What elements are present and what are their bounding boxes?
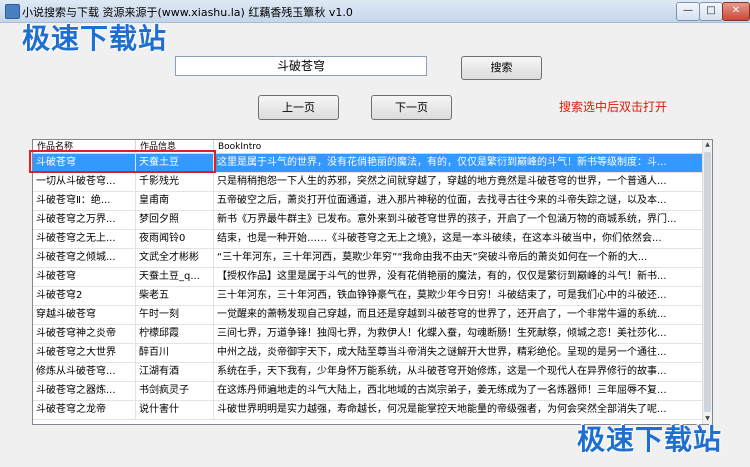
table-row[interactable]: 斗破苍穹2 柴老五 三十年河东，三十年河西，铁血铮铮豪气在，莫欺少年今日穷！斗破结束… bbox=[33, 287, 703, 306]
hint-text: 搜索选中后双击打开 bbox=[559, 100, 668, 114]
cell-title[interactable]: 斗破苍穹2 bbox=[33, 287, 136, 306]
cell-intro[interactable]: 【授权作品】这里是属于斗气的世界，没有花俏艳丽的魔法，有的，仅仅是繁衍到巅峰的斗… bbox=[214, 268, 703, 287]
column-header-intro[interactable]: BookIntro bbox=[214, 140, 703, 154]
cell-intro[interactable]: “三十年河东，三十年河西，莫欺少年穷”“我命由我不由天”突破斗帝后的萧炎如何在一… bbox=[214, 249, 703, 268]
cell-author[interactable]: 天蚕土豆_q... bbox=[136, 268, 214, 287]
selection-highlight-box bbox=[29, 150, 216, 173]
cell-intro[interactable]: 这里是属于斗气的世界，没有花俏艳丽的魔法，有的，仅仅是繁衍到巅峰的斗气！新书等级… bbox=[214, 154, 703, 173]
table-row[interactable]: 一切从斗破苍穹... 千影残光 只是稍稍抱怨一下人生的苏邪，突然之间就穿越了，穿越的… bbox=[33, 173, 703, 192]
scroll-up-icon[interactable]: ▲ bbox=[703, 140, 712, 150]
cell-intro[interactable]: 中州之战，炎帝御宇天下，成大陆至尊当斗帝消失之谜解开大世界，精彩绝伦。呈现的是另… bbox=[214, 344, 703, 363]
cell-intro[interactable]: 新书《万界最牛群主》已发布。意外来到斗破苍穹世界的孩子，开启了一个包涵万物的商城… bbox=[214, 211, 703, 230]
cell-author[interactable]: 夜雨闻铃0 bbox=[136, 230, 214, 249]
search-button[interactable]: 搜索 bbox=[461, 56, 542, 80]
cell-title[interactable]: 斗破苍穹之无上... bbox=[33, 230, 136, 249]
results-table[interactable]: 作品名称 作品信息 BookIntro 斗破苍穹 天蚕土豆 这里是属于斗气的世界，没… bbox=[32, 139, 713, 425]
vertical-scrollbar[interactable]: ▲ ▼ bbox=[702, 140, 712, 424]
table-row[interactable]: 斗破苍穹之无上... 夜雨闻铃0 结束，也是一种开始……《斗破苍穹之无上之境》，这是… bbox=[33, 230, 703, 249]
cell-title[interactable]: 斗破苍穹之器炼... bbox=[33, 382, 136, 401]
next-page-button[interactable]: 下一页 bbox=[371, 95, 452, 120]
cell-author[interactable]: 千影残光 bbox=[136, 173, 214, 192]
cell-author[interactable]: 午时一刻 bbox=[136, 306, 214, 325]
table-row[interactable]: 斗破苍穹之器炼... 书剑疯灵子 在这炼丹师遍地走的斗气大陆上，西北地域的古岚宗弟子… bbox=[33, 382, 703, 401]
table-row[interactable]: 斗破苍穹之倾城... 文武全才彬彬 “三十年河东，三十年河西，莫欺少年穷”“我命由我… bbox=[33, 249, 703, 268]
table-row[interactable]: 修炼从斗破苍穹... 江湖有酒 系统在手，天下我有，少年身怀万能系统，从斗破苍穹开始… bbox=[33, 363, 703, 382]
maximize-button[interactable]: □ bbox=[699, 2, 723, 21]
search-input[interactable] bbox=[175, 56, 427, 76]
cell-intro[interactable]: 系统在手，天下我有，少年身怀万能系统，从斗破苍穹开始修炼，这是一个现代人在异界修… bbox=[214, 363, 703, 382]
table-row[interactable]: 斗破苍穹Ⅱ：绝... 皇甫南 五帝破空之后，萧炎打开位面通道，进入那片神秘的位面，去… bbox=[33, 192, 703, 211]
cell-title[interactable]: 一切从斗破苍穹... bbox=[33, 173, 136, 192]
table-row[interactable]: 斗破苍穹之万界... 梦回夕照 新书《万界最牛群主》已发布。意外来到斗破苍穹世界的孩… bbox=[33, 211, 703, 230]
cell-intro[interactable]: 只是稍稍抱怨一下人生的苏邪，突然之间就穿越了，穿越的地方竟然是斗破苍穹的世界，一… bbox=[214, 173, 703, 192]
cell-intro[interactable]: 结束，也是一种开始……《斗破苍穹之无上之境》，这是一本斗破续，在这本斗破当中，你… bbox=[214, 230, 703, 249]
cell-title[interactable]: 斗破苍穹之大世界 bbox=[33, 344, 136, 363]
close-button[interactable]: ✕ bbox=[722, 2, 750, 21]
cell-title[interactable]: 穿越斗破苍穹 bbox=[33, 306, 136, 325]
cell-author[interactable]: 梦回夕照 bbox=[136, 211, 214, 230]
cell-title[interactable]: 斗破苍穹之万界... bbox=[33, 211, 136, 230]
cell-intro[interactable]: 五帝破空之后，萧炎打开位面通道，进入那片神秘的位面，去找寻古往今来的斗帝失踪之谜… bbox=[214, 192, 703, 211]
prev-page-button[interactable]: 上一页 bbox=[258, 95, 339, 120]
cell-intro[interactable]: 在这炼丹师遍地走的斗气大陆上，西北地域的古岚宗弟子，姜无练成为了一名炼器师！三年… bbox=[214, 382, 703, 401]
cell-title[interactable]: 斗破苍穹 bbox=[33, 268, 136, 287]
cell-title[interactable]: 斗破苍穹神之炎帝 bbox=[33, 325, 136, 344]
watermark-logo-bottom: 极速下载站 bbox=[577, 423, 723, 456]
cell-intro[interactable]: 三间七界，万道争锋！独闯七界，为救伊人！化蝶入蚕，勾魂断肠！生死献祭，倾城之恋！… bbox=[214, 325, 703, 344]
scroll-thumb[interactable] bbox=[704, 152, 711, 412]
cell-author[interactable]: 柠檬邱霞 bbox=[136, 325, 214, 344]
cell-author[interactable]: 文武全才彬彬 bbox=[136, 249, 214, 268]
cell-title[interactable]: 修炼从斗破苍穹... bbox=[33, 363, 136, 382]
app-icon bbox=[5, 4, 20, 19]
cell-author[interactable]: 书剑疯灵子 bbox=[136, 382, 214, 401]
cell-title[interactable]: 斗破苍穹Ⅱ：绝... bbox=[33, 192, 136, 211]
minimize-button[interactable]: — bbox=[676, 2, 700, 21]
cell-author[interactable]: 说什害什 bbox=[136, 401, 214, 420]
watermark-logo-top: 极速下载站 bbox=[22, 22, 168, 55]
table-row[interactable]: 穿越斗破苍穹 午时一刻 一觉醒来的萧畅发现自己穿越，而且还是穿越到斗破苍穹的世界了，… bbox=[33, 306, 703, 325]
cell-author[interactable]: 江湖有酒 bbox=[136, 363, 214, 382]
cell-author[interactable]: 醉百川 bbox=[136, 344, 214, 363]
cell-title[interactable]: 斗破苍穹之龙帝 bbox=[33, 401, 136, 420]
cell-intro[interactable]: 一觉醒来的萧畅发现自己穿越，而且还是穿越到斗破苍穹的世界了，还开启了，一个非常牛… bbox=[214, 306, 703, 325]
cell-intro[interactable]: 三十年河东，三十年河西，铁血铮铮豪气在，莫欺少年今日穷！斗破结束了，可是我们心中… bbox=[214, 287, 703, 306]
table-row[interactable]: 斗破苍穹 天蚕土豆_q... 【授权作品】这里是属于斗气的世界，没有花俏艳丽的魔法，… bbox=[33, 268, 703, 287]
cell-author[interactable]: 皇甫南 bbox=[136, 192, 214, 211]
table-row[interactable]: 斗破苍穹之大世界 醉百川 中州之战，炎帝御宇天下，成大陆至尊当斗帝消失之谜解开大世界… bbox=[33, 344, 703, 363]
cell-author[interactable]: 柴老五 bbox=[136, 287, 214, 306]
cell-title[interactable]: 斗破苍穹之倾城... bbox=[33, 249, 136, 268]
app-window: 小说搜索与下载 资源来源于(www.xiashu.la) 红藕香残玉簟秋 v1.… bbox=[0, 0, 750, 467]
table-row[interactable]: 斗破苍穹神之炎帝 柠檬邱霞 三间七界，万道争锋！独闯七界，为救伊人！化蝶入蚕，勾魂断… bbox=[33, 325, 703, 344]
